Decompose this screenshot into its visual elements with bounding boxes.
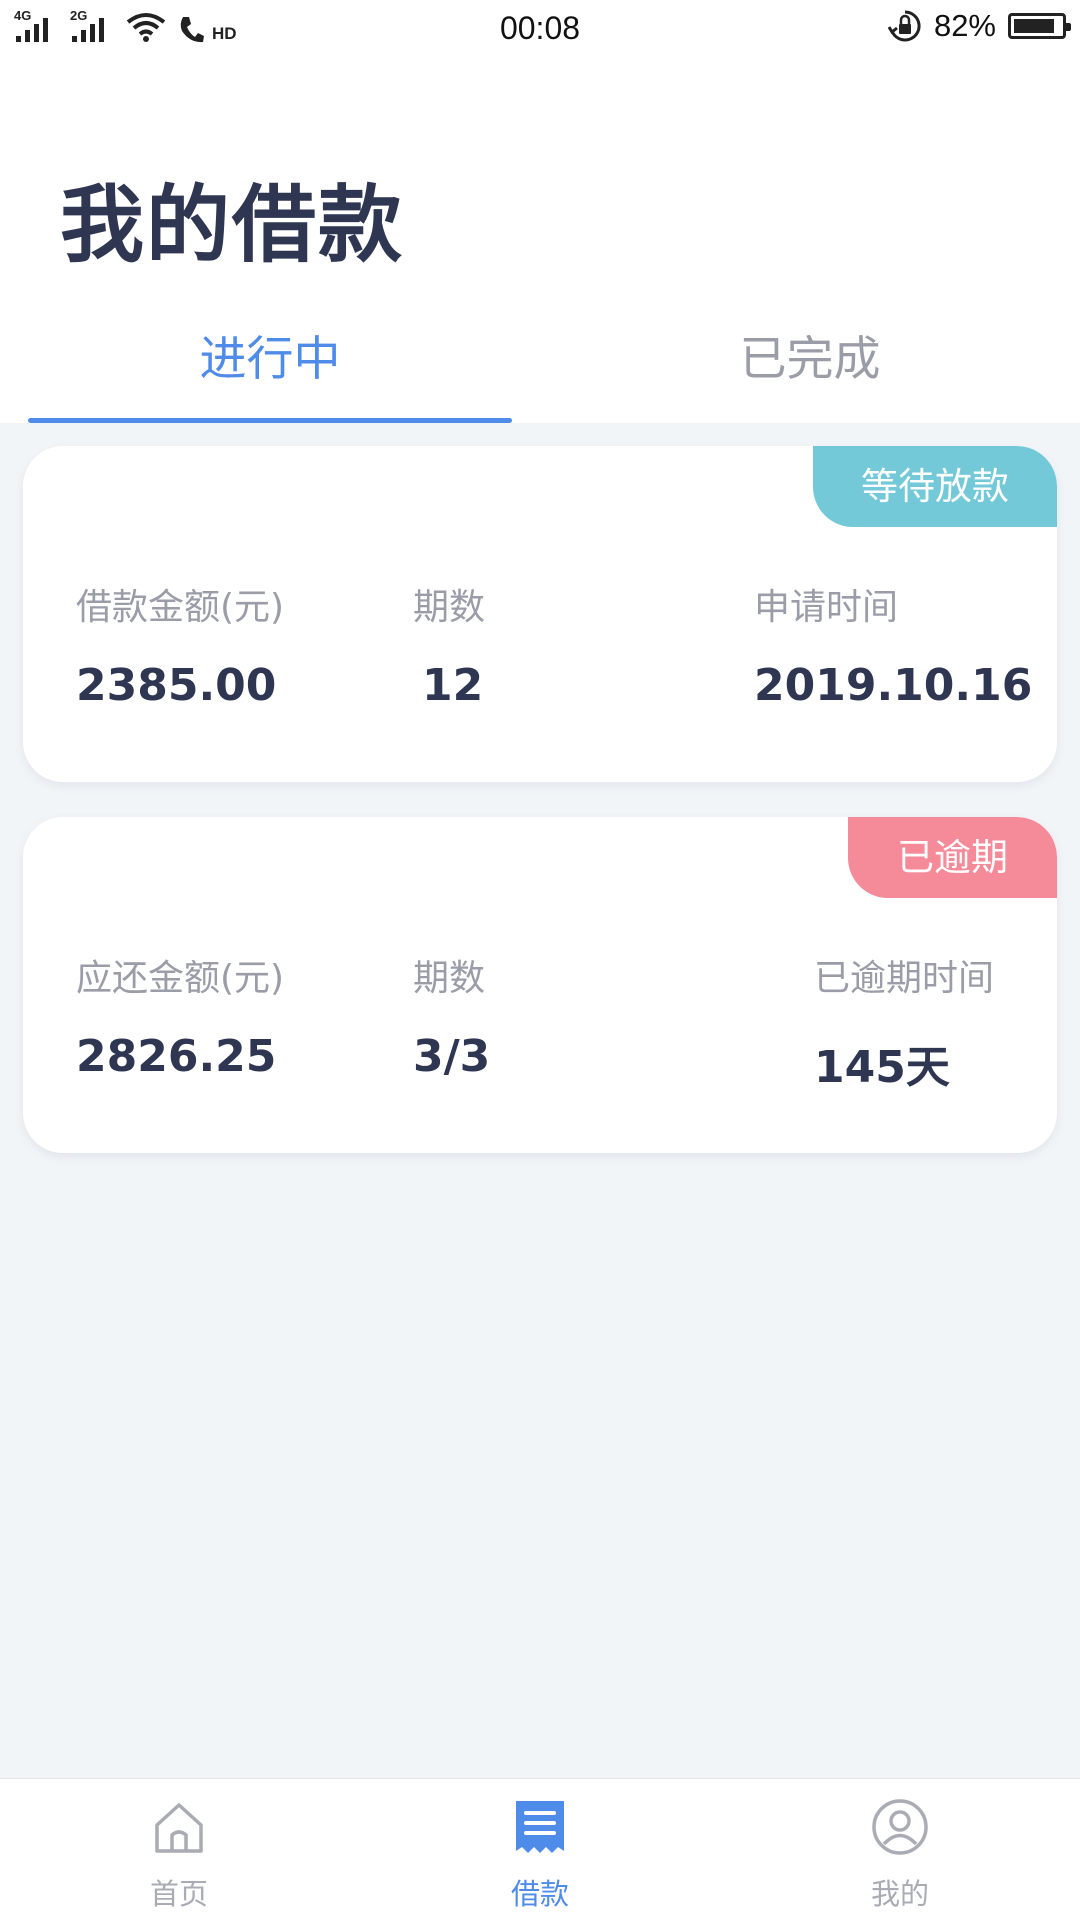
status-badge: 已逾期 bbox=[848, 817, 1057, 898]
user-profile-icon bbox=[872, 1799, 928, 1855]
amount-value: 2826.25 bbox=[76, 1031, 277, 1082]
tab-bar: 进行中 已完成 bbox=[0, 320, 1080, 423]
tab-completed[interactable]: 已完成 bbox=[540, 320, 1080, 389]
time-label: 申请时间 bbox=[754, 587, 899, 628]
amount-column: 应还金额(元) 2826.25 bbox=[76, 949, 284, 1082]
nav-mine[interactable]: 我的 bbox=[800, 1797, 1000, 1913]
home-icon bbox=[155, 1803, 203, 1853]
periods-label: 期数 bbox=[413, 958, 486, 999]
time-value: 145天 bbox=[814, 1042, 950, 1093]
nav-mine-label: 我的 bbox=[870, 1877, 929, 1911]
nav-loan-label: 借款 bbox=[510, 1877, 569, 1911]
rotation-lock-icon bbox=[887, 10, 921, 42]
loan-document-icon bbox=[516, 1801, 564, 1853]
tab-in-progress[interactable]: 进行中 bbox=[0, 320, 540, 389]
status-bar: 4G 2G HD 00:08 82% bbox=[0, 0, 1080, 56]
time-column: 申请时间 2019.10.16 bbox=[754, 578, 1032, 711]
amount-label: 借款金额(元) bbox=[76, 587, 285, 628]
loan-card-overdue[interactable]: 已逾期 应还金额(元) 2826.25 期数 3/3 已逾期时间 145天 bbox=[23, 817, 1057, 1153]
periods-column: 期数 12 bbox=[413, 578, 485, 711]
nav-loan[interactable]: 借款 bbox=[440, 1797, 640, 1913]
time-value: 2019.10.16 bbox=[754, 660, 1033, 711]
battery-icon bbox=[1008, 13, 1071, 39]
periods-column: 期数 3/3 bbox=[413, 949, 490, 1082]
amount-label: 应还金额(元) bbox=[76, 958, 285, 999]
battery-percent: 82% bbox=[933, 8, 996, 43]
page-title: 我的借款 bbox=[60, 176, 405, 274]
active-tab-indicator bbox=[28, 418, 512, 423]
periods-label: 期数 bbox=[413, 587, 486, 628]
periods-value: 12 bbox=[422, 660, 484, 711]
nav-home-label: 首页 bbox=[149, 1877, 208, 1911]
status-badge: 等待放款 bbox=[813, 446, 1057, 527]
bottom-navigation: 首页 借款 我的 bbox=[0, 1778, 1080, 1920]
time-column: 已逾期时间 145天 bbox=[814, 949, 994, 1095]
periods-value: 3/3 bbox=[413, 1031, 491, 1082]
nav-home[interactable]: 首页 bbox=[79, 1797, 279, 1913]
amount-value: 2385.00 bbox=[76, 660, 277, 711]
loan-card-pending[interactable]: 等待放款 借款金额(元) 2385.00 期数 12 申请时间 2019.10.… bbox=[23, 446, 1057, 782]
amount-column: 借款金额(元) 2385.00 bbox=[76, 578, 284, 711]
time-label: 已逾期时间 bbox=[814, 958, 995, 999]
status-right: 82% bbox=[887, 8, 1071, 44]
